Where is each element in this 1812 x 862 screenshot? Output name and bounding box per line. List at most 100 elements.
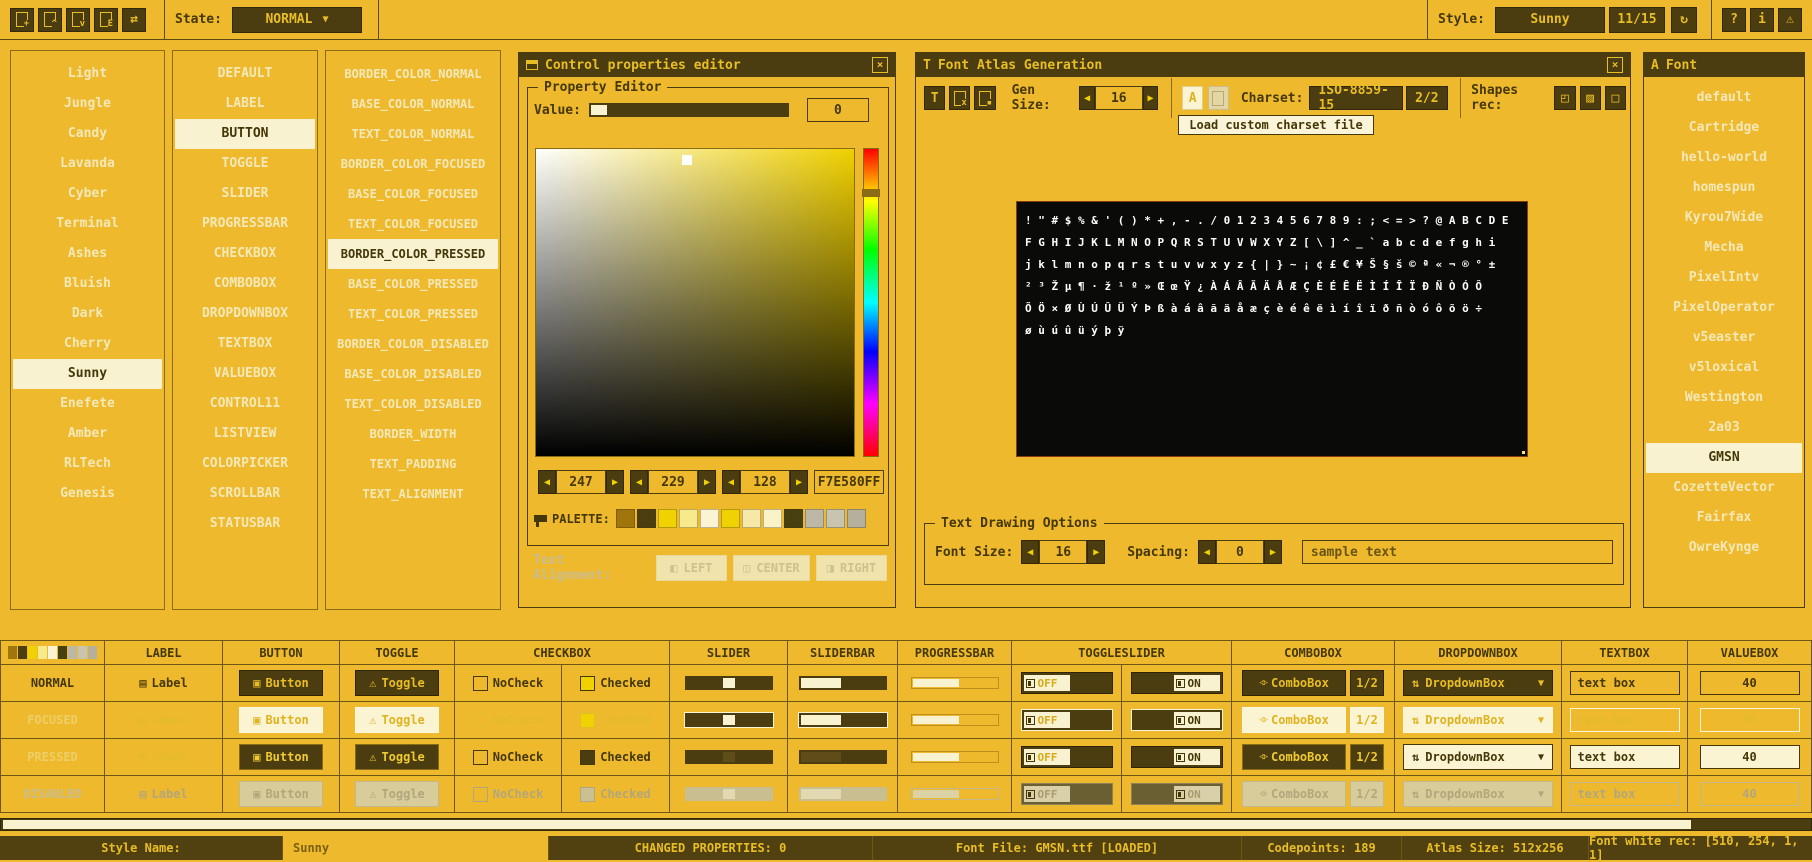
demo-checkbox-checked-DISABLED[interactable]: Checked — [580, 787, 651, 802]
atlas-window-titlebar[interactable]: T Font Atlas Generation × — [916, 53, 1630, 77]
shapes-rec-button-2[interactable]: ▨ — [1580, 86, 1601, 110]
property-list-item[interactable]: BORDER_COLOR_NORMAL — [326, 59, 500, 89]
demo-combobox-DISABLED[interactable]: ◁▷ComboBox1/2 — [1242, 781, 1384, 807]
demo-checkbox-checked-FOCUSED[interactable]: Checked — [580, 713, 651, 728]
combobox-counter[interactable]: 1/2 — [1350, 744, 1384, 770]
combobox-counter[interactable]: 1/2 — [1350, 670, 1384, 696]
properties-window-titlebar[interactable]: Control properties editor × — [519, 53, 895, 77]
demo-toggleslider-off-DISABLED[interactable]: OFF — [1021, 783, 1113, 805]
font-atlas-preview[interactable]: ! " # $ % & ' ( ) * + , - . / 0 1 2 3 4 … — [1016, 201, 1528, 457]
palette-swatch[interactable] — [700, 509, 719, 528]
hex-value-box[interactable]: F7E580FF — [814, 470, 884, 494]
property-list-item[interactable]: BORDER_COLOR_PRESSED — [328, 239, 498, 269]
gen-size-decrease[interactable]: ◀ — [1079, 86, 1095, 110]
issue-button[interactable]: ⚠ — [1778, 8, 1802, 32]
font-list-item[interactable]: v5loxical — [1644, 353, 1804, 383]
demo-sliderbar-NORMAL[interactable] — [799, 676, 887, 690]
demo-textbox-PRESSED[interactable]: text box — [1570, 745, 1680, 769]
style-list-item[interactable]: Dark — [11, 299, 164, 329]
property-list-item[interactable]: TEXT_COLOR_PRESSED — [326, 299, 500, 329]
style-list-item[interactable]: Jungle — [11, 89, 164, 119]
palette-swatch[interactable] — [847, 509, 866, 528]
control-list-item[interactable]: DEFAULT — [173, 59, 317, 89]
charset-page-button[interactable]: 2/2 — [1406, 86, 1447, 110]
font-list-item[interactable]: Westington — [1644, 383, 1804, 413]
spin-left-icon[interactable]: ◀ — [722, 470, 740, 494]
control-list-item[interactable]: COLORPICKER — [173, 449, 317, 479]
demo-slider-NORMAL[interactable] — [685, 676, 773, 690]
demo-slider-DISABLED[interactable] — [685, 787, 773, 801]
help-button[interactable]: ? — [1722, 8, 1746, 32]
property-list-item[interactable]: BORDER_COLOR_DISABLED — [326, 329, 500, 359]
demo-button-NORMAL[interactable]: ▣Button — [239, 670, 323, 696]
property-list-item[interactable]: BASE_COLOR_DISABLED — [326, 359, 500, 389]
save-file-button[interactable]: v — [66, 8, 90, 32]
align-right-button[interactable]: ◨ RIGHT — [816, 555, 887, 581]
font-list-item[interactable]: PixelIntv — [1644, 263, 1804, 293]
style-list-item[interactable]: Amber — [11, 419, 164, 449]
style-list-item[interactable]: Cyber — [11, 179, 164, 209]
palette-swatch[interactable] — [679, 509, 698, 528]
control-list-item[interactable]: PROGRESSBAR — [173, 209, 317, 239]
spin-left-icon[interactable]: ◀ — [538, 470, 556, 494]
demo-button-DISABLED[interactable]: ▣Button — [239, 781, 323, 807]
close-icon[interactable]: × — [872, 57, 888, 73]
demo-textbox-FOCUSED[interactable]: text box — [1570, 708, 1680, 732]
control-list-item[interactable]: COMBOBOX — [173, 269, 317, 299]
charset-value-button[interactable]: ISO-8859-15 — [1309, 86, 1402, 110]
control-list-item[interactable]: SCROLLBAR — [173, 479, 317, 509]
clear-font-button[interactable]: x — [949, 86, 970, 110]
font-list-item[interactable]: homespun — [1644, 173, 1804, 203]
reload-style-button[interactable]: ↻ — [1671, 7, 1697, 33]
gen-size-value[interactable]: 16 — [1095, 86, 1142, 110]
palette-swatch[interactable] — [658, 509, 677, 528]
style-name-display[interactable]: Sunny — [1495, 7, 1605, 33]
demo-checkbox-checked-NORMAL[interactable]: Checked — [580, 676, 651, 691]
value-box[interactable]: 0 — [807, 98, 869, 122]
hue-bar-marker[interactable] — [862, 189, 880, 197]
font-list-item[interactable]: PixelOperator — [1644, 293, 1804, 323]
state-dropdown[interactable]: NORMAL ▼ — [232, 7, 362, 33]
demo-slider-FOCUSED[interactable] — [685, 713, 773, 727]
demo-combobox-PRESSED[interactable]: ◁▷ComboBox1/2 — [1242, 744, 1384, 770]
shapes-rec-button-3[interactable]: □ — [1605, 86, 1626, 110]
spin-right-icon[interactable]: ▶ — [790, 470, 808, 494]
slider-knob[interactable] — [723, 789, 735, 799]
slider-knob[interactable] — [723, 752, 735, 762]
property-list-item[interactable]: TEXT_COLOR_FOCUSED — [326, 209, 500, 239]
demo-textbox-NORMAL[interactable]: text box — [1570, 671, 1680, 695]
control-list-item[interactable]: DROPDOWNBOX — [173, 299, 317, 329]
font-size-increase[interactable]: ▶ — [1087, 540, 1105, 564]
color-picker-panel[interactable] — [535, 148, 855, 457]
font-size-decrease[interactable]: ◀ — [1021, 540, 1039, 564]
combobox-main[interactable]: ◁▷ComboBox — [1242, 670, 1346, 696]
palette-swatch[interactable] — [763, 509, 782, 528]
demo-dropdownbox-PRESSED[interactable]: ⇅DropdownBox▼ — [1403, 744, 1553, 770]
demo-sliderbar-DISABLED[interactable] — [799, 787, 887, 801]
info-button[interactable]: i — [1750, 8, 1774, 32]
style-counter[interactable]: 11/15 — [1609, 7, 1665, 33]
align-left-button[interactable]: ◧ LEFT — [656, 555, 727, 581]
style-list-item[interactable]: Lavanda — [11, 149, 164, 179]
demo-valuebox-PRESSED[interactable]: 40 — [1700, 745, 1800, 769]
spin-right-icon[interactable]: ▶ — [606, 470, 624, 494]
combobox-main[interactable]: ◁▷ComboBox — [1242, 744, 1346, 770]
palette-swatch[interactable] — [616, 509, 635, 528]
shapes-rec-button-1[interactable]: ◰ — [1554, 86, 1575, 110]
palette-swatch[interactable] — [742, 509, 761, 528]
export-atlas-image-button[interactable]: ▪ — [974, 86, 995, 110]
control-list-item[interactable]: LABEL — [173, 89, 317, 119]
property-list-item[interactable]: BASE_COLOR_PRESSED — [326, 269, 500, 299]
property-list-item[interactable]: BASE_COLOR_NORMAL — [326, 89, 500, 119]
font-text-button[interactable]: T — [924, 86, 945, 110]
font-list-item[interactable]: Fairfax — [1644, 503, 1804, 533]
font-list-item[interactable]: hello-world — [1644, 143, 1804, 173]
style-list-item[interactable]: Light — [11, 59, 164, 89]
font-list-item[interactable]: default — [1644, 83, 1804, 113]
spacing-decrease[interactable]: ◀ — [1198, 540, 1216, 564]
hue-bar[interactable] — [863, 148, 879, 457]
control-list-item[interactable]: BUTTON — [175, 119, 315, 149]
color-picker-marker[interactable] — [682, 155, 692, 165]
gen-size-increase[interactable]: ▶ — [1143, 86, 1159, 110]
close-icon[interactable]: × — [1607, 57, 1623, 73]
